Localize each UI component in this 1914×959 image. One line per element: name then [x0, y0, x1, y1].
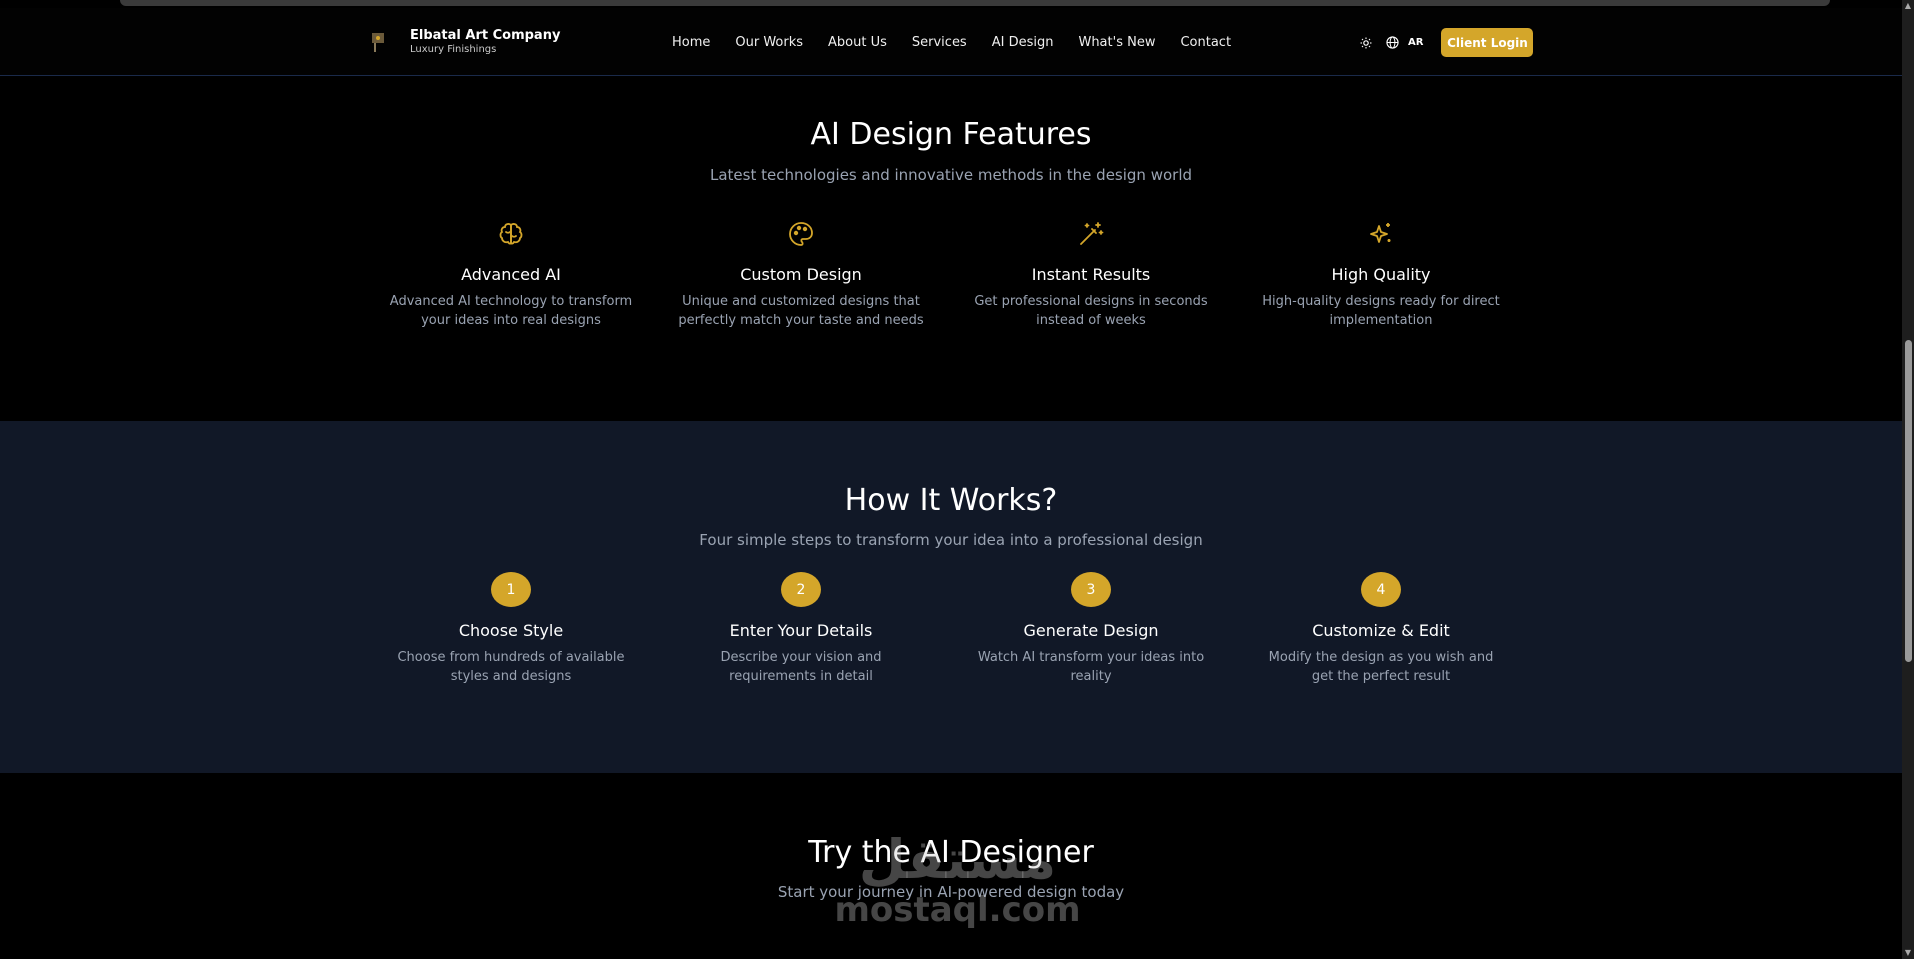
theme-toggle-sun-icon[interactable]	[1358, 35, 1374, 51]
brand-tagline: Luxury Finishings	[410, 44, 497, 55]
header-tools: AR Client Login	[1358, 28, 1534, 57]
step-number-badge: 1	[491, 572, 531, 607]
feature-card: Instant Results Get professional designs…	[946, 217, 1236, 330]
step-number-badge: 4	[1361, 572, 1401, 607]
client-login-button[interactable]: Client Login	[1441, 28, 1534, 57]
globe-icon[interactable]	[1384, 35, 1400, 51]
step-card: 2 Enter Your Details Describe your visio…	[656, 572, 946, 686]
feature-title: High Quality	[1331, 265, 1431, 284]
feature-card: High Quality High-quality designs ready …	[1236, 217, 1526, 330]
step-card: 4 Customize & Edit Modify the design as …	[1236, 572, 1526, 686]
step-description: Choose from hundreds of available styles…	[397, 650, 625, 684]
nav-home[interactable]: Home	[672, 34, 710, 52]
step-title: Generate Design	[1023, 621, 1159, 640]
feature-title: Custom Design	[740, 265, 862, 284]
site-header: Elbatal Art Company Luxury Finishings Ho…	[0, 8, 1902, 76]
feature-description: Unique and customized designs that perfe…	[678, 294, 924, 328]
try-ai-designer-section: Try the AI Designer Start your journey i…	[0, 773, 1902, 959]
step-number-badge: 3	[1071, 572, 1111, 607]
try-subtitle: Start your journey in AI-powered design …	[777, 883, 1125, 901]
features-list: Advanced AI Advanced AI technology to tr…	[366, 217, 1526, 330]
language-switch[interactable]: AR	[1408, 37, 1423, 48]
feature-description: High-quality designs ready for direct im…	[1262, 294, 1500, 328]
brand-name: Elbatal Art Company	[410, 28, 561, 43]
step-title: Choose Style	[458, 621, 564, 640]
company-logo-icon	[366, 28, 390, 56]
how-subtitle: Four simple steps to transform your idea…	[699, 531, 1203, 549]
step-description: Describe your vision and requirements in…	[720, 650, 882, 684]
scroll-up-arrow-icon[interactable]: ▲	[1904, 2, 1912, 10]
nav-services[interactable]: Services	[912, 34, 967, 52]
features-title: AI Design Features	[810, 117, 1092, 152]
nav-our-works[interactable]: Our Works	[735, 34, 803, 52]
step-description: Modify the design as you wish and get th…	[1268, 650, 1494, 684]
step-description: Watch AI transform your ideas into reali…	[977, 650, 1205, 684]
nav-about-us[interactable]: About Us	[828, 34, 887, 52]
scroll-down-arrow-icon[interactable]: ▼	[1904, 949, 1912, 957]
step-title: Customize & Edit	[1312, 621, 1450, 640]
browser-top-strip	[0, 0, 1914, 8]
step-card: 3 Generate Design Watch AI transform you…	[946, 572, 1236, 686]
brain-icon	[366, 217, 656, 251]
how-title: How It Works?	[844, 483, 1058, 518]
brand[interactable]: Elbatal Art Company Luxury Finishings	[366, 28, 560, 56]
sparkles-icon	[1236, 217, 1526, 251]
step-card: 1 Choose Style Choose from hundreds of a…	[366, 572, 656, 686]
nav-ai-design[interactable]: AI Design	[992, 34, 1054, 52]
feature-description: Advanced AI technology to transform your…	[389, 294, 633, 328]
how-it-works-section: How It Works? Four simple steps to trans…	[0, 421, 1902, 773]
step-number-badge: 2	[781, 572, 821, 607]
step-title: Enter Your Details	[729, 621, 873, 640]
nav-whats-new[interactable]: What's New	[1078, 34, 1155, 52]
feature-title: Instant Results	[1031, 265, 1151, 284]
nav-contact[interactable]: Contact	[1180, 34, 1231, 52]
main-nav: Home Our Works About Us Services AI Desi…	[672, 34, 1256, 52]
feature-title: Advanced AI	[461, 265, 561, 284]
try-title: Try the AI Designer	[808, 835, 1094, 870]
browser-tab-bar	[120, 0, 1830, 6]
feature-description: Get professional designs in seconds inst…	[974, 294, 1208, 328]
feature-card: Custom Design Unique and customized desi…	[656, 217, 946, 330]
palette-icon	[656, 217, 946, 251]
magic-wand-icon	[946, 217, 1236, 251]
features-subtitle: Latest technologies and innovative metho…	[709, 166, 1193, 184]
steps-list: 1 Choose Style Choose from hundreds of a…	[366, 572, 1526, 686]
scrollbar-thumb[interactable]	[1905, 340, 1912, 662]
feature-card: Advanced AI Advanced AI technology to tr…	[366, 217, 656, 330]
ai-features-section: AI Design Features Latest technologies a…	[0, 77, 1902, 421]
